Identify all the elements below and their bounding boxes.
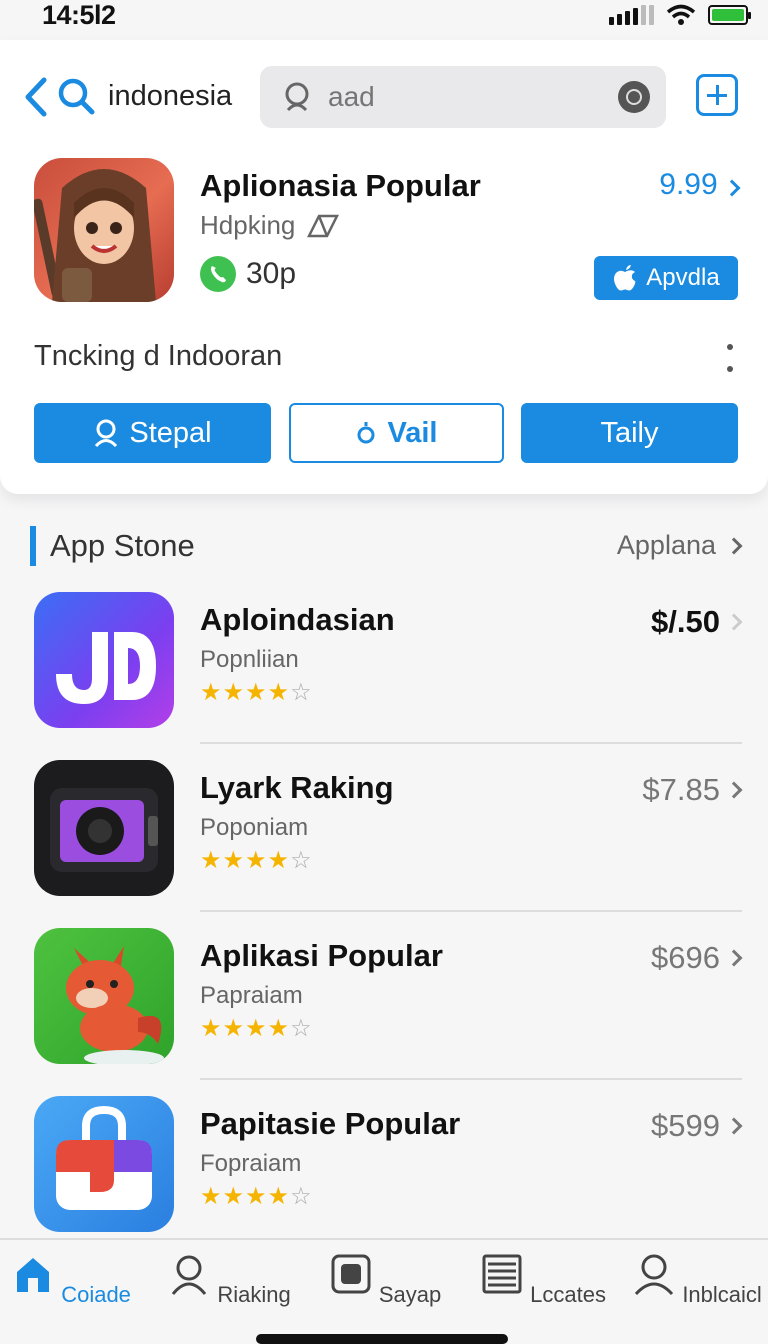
featured-app-icon[interactable]: [34, 158, 174, 302]
vail-label: Vail: [387, 416, 438, 449]
app-price[interactable]: $7.85: [642, 772, 743, 808]
person-icon: [95, 419, 118, 447]
add-button[interactable]: [696, 74, 738, 116]
profile-icon: [635, 1254, 674, 1296]
tab-label: Riaking: [217, 1282, 291, 1307]
get-button[interactable]: Apvdla: [594, 256, 738, 300]
app-icon: [34, 760, 174, 896]
more-options-icon[interactable]: [722, 344, 738, 372]
chevron-right-icon: [725, 781, 743, 799]
app-icon: [34, 592, 174, 728]
battery-icon: [708, 5, 751, 25]
list-icon: [482, 1254, 522, 1294]
section-title: App Stone: [50, 528, 195, 563]
stepal-label: Stepal: [129, 416, 212, 449]
featured-description: Tncking d Indooran: [34, 340, 283, 372]
price-value: $7.85: [642, 772, 720, 807]
get-label: Apvdla: [646, 264, 720, 291]
app-name: Aploindasian: [200, 602, 395, 637]
tab-label: Sayap: [378, 1282, 442, 1307]
square-icon: [331, 1254, 371, 1294]
tab-profile[interactable]: Inblcaicl: [632, 1252, 762, 1308]
row-divider: [200, 1078, 742, 1080]
section-accent: [30, 526, 36, 566]
app-name: Aplikasi Popular: [200, 938, 443, 973]
taily-button[interactable]: Taily: [521, 403, 738, 463]
app-price[interactable]: $/.50: [651, 604, 743, 640]
price-value: 9.99: [659, 168, 718, 201]
app-price[interactable]: $599: [651, 1108, 743, 1144]
app-category: Papraiam: [200, 982, 303, 1009]
tab-label: Inblcaicl: [682, 1282, 762, 1307]
search-icon: [357, 422, 374, 444]
app-category: Popnliian: [200, 646, 299, 673]
size-label: 30p: [246, 257, 297, 290]
chevron-right-icon: [723, 179, 741, 197]
tab-home[interactable]: Coiade: [6, 1252, 136, 1308]
featured-title[interactable]: Aplionasia Popular: [200, 168, 481, 204]
clear-icon[interactable]: [618, 81, 650, 113]
tab-label: Coiade: [61, 1282, 131, 1307]
app-category: Fopraiam: [200, 1150, 302, 1177]
app-name: Papitasie Popular: [200, 1106, 461, 1141]
app-category: Poponiam: [200, 814, 309, 841]
list-item[interactable]: Aplikasi Popular Papraiam ★★★★☆ $696: [0, 928, 768, 1078]
status-icons: [609, 4, 751, 26]
price-value: $/.50: [651, 604, 720, 639]
search-row: indonesia: [0, 66, 768, 130]
section-see-all[interactable]: Applana: [616, 530, 743, 561]
person-icon: [172, 1255, 207, 1295]
row-divider: [200, 742, 742, 744]
search-icon: [285, 82, 309, 112]
status-bar: 14:5l2: [0, 0, 768, 40]
search-icon[interactable]: [56, 76, 96, 116]
chevron-right-icon: [725, 537, 743, 554]
chevron-right-icon: [725, 613, 743, 631]
featured-size: 30p: [200, 256, 296, 292]
home-icon: [17, 1258, 50, 1292]
vail-button[interactable]: Vail: [289, 403, 504, 463]
app-icon: [34, 928, 174, 1064]
back-icon[interactable]: [22, 76, 50, 118]
wifi-icon: [666, 4, 696, 25]
featured-price[interactable]: 9.99: [659, 168, 741, 202]
phone-icon: [200, 256, 236, 292]
taily-label: Taily: [600, 416, 659, 449]
rating-stars: ★★★★☆: [200, 679, 313, 706]
status-time: 14:5l2: [42, 0, 116, 30]
tab-locates[interactable]: Lccates: [478, 1252, 608, 1308]
apple-icon: [614, 265, 636, 291]
featured-card: indonesia Aplionasia Popular Hdpking: [0, 40, 768, 494]
tab-sayap[interactable]: Sayap: [320, 1252, 450, 1308]
row-divider: [200, 910, 742, 912]
search-query[interactable]: indonesia: [108, 80, 232, 113]
app-name: Lyark Raking: [200, 770, 394, 805]
rating-stars: ★★★★☆: [200, 847, 313, 874]
app-icon: [34, 1096, 174, 1232]
list-item[interactable]: Aploindasian Popnliian ★★★★☆ $/.50: [0, 592, 768, 742]
tab-label: Lccates: [530, 1282, 606, 1307]
featured-subtitle: Hdpking: [200, 210, 341, 241]
stepal-button[interactable]: Stepal: [34, 403, 271, 463]
rating-stars: ★★★★☆: [200, 1183, 313, 1210]
search-field[interactable]: [260, 66, 666, 128]
tab-bar: Coiade Riaking Sayap Lccates Inblcaicl: [0, 1238, 768, 1344]
chevron-right-icon: [725, 1117, 743, 1135]
list-item[interactable]: Lyark Raking Poponiam ★★★★☆ $7.85: [0, 760, 768, 910]
see-all-label: Applana: [616, 530, 716, 560]
avatar-illustration: [34, 169, 156, 302]
price-value: $599: [651, 1108, 720, 1143]
app-price[interactable]: $696: [651, 940, 743, 976]
featured-developer: Hdpking: [200, 210, 296, 240]
list-item[interactable]: Papitasie Popular Fopraiam ★★★★☆ $599: [0, 1096, 768, 1246]
home-indicator[interactable]: [256, 1334, 508, 1344]
price-value: $696: [651, 940, 720, 975]
signal-icon: [609, 5, 654, 25]
rating-stars: ★★★★☆: [200, 1015, 313, 1042]
search-input[interactable]: [328, 76, 588, 118]
chevron-right-icon: [725, 949, 743, 967]
tab-ranking[interactable]: Riaking: [164, 1252, 294, 1308]
share-icon[interactable]: [305, 212, 341, 240]
